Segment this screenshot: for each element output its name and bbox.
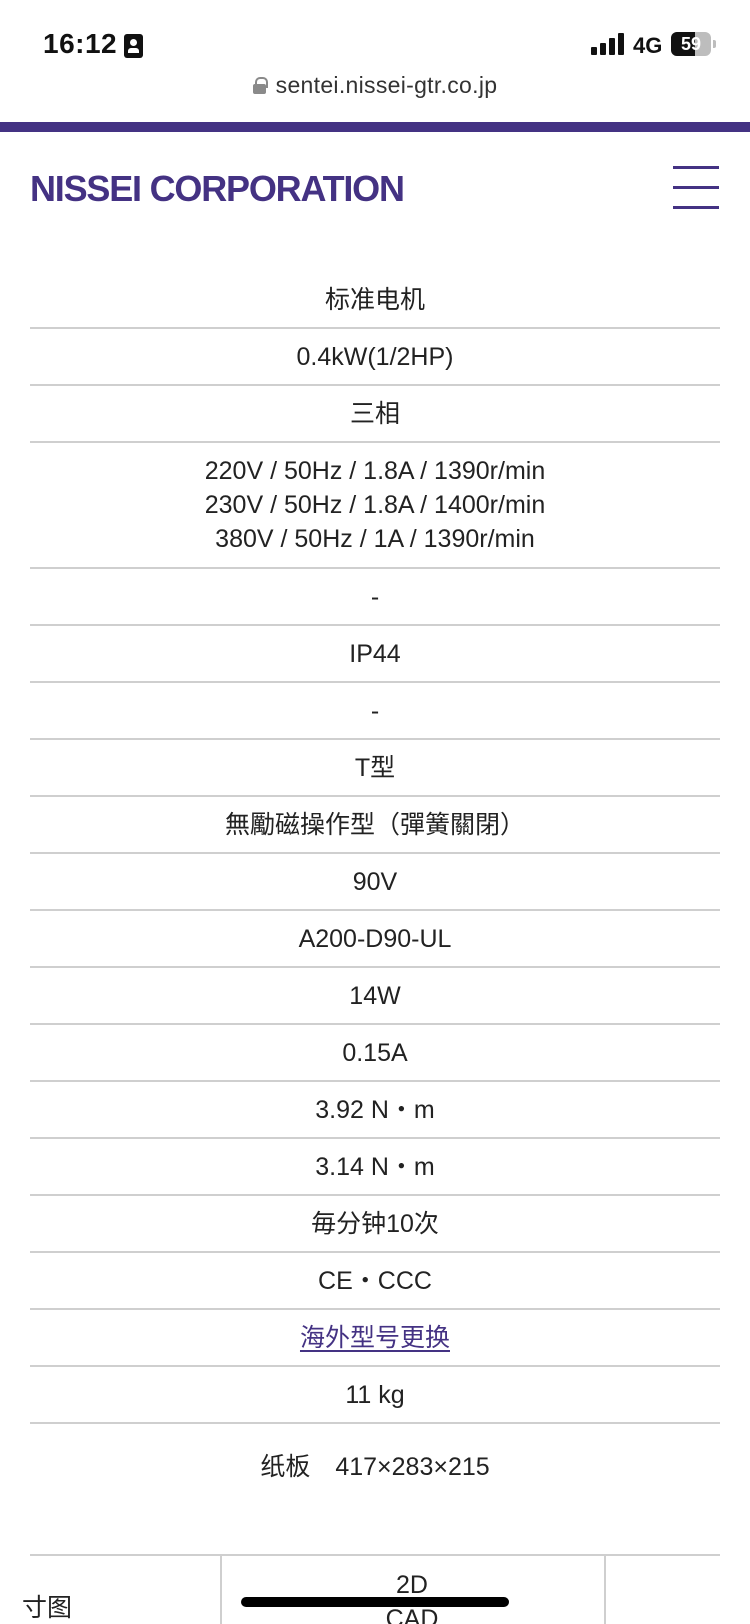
- spec-value: T型: [354, 753, 396, 782]
- spec-value: 無勵磁操作型（彈簧關閉）: [224, 810, 525, 839]
- spec-row-empty: -: [30, 683, 720, 740]
- battery-icon: 59: [671, 32, 711, 56]
- spec-value: CE・CCC: [318, 1266, 432, 1295]
- spec-row-packing: 纸板 417×283×215: [30, 1424, 720, 1504]
- rating-line: 230V / 50Hz / 1.8A / 1400r/min: [204, 491, 546, 519]
- spec-row-terminal-box: T型: [30, 740, 720, 797]
- signal-icon: [591, 33, 625, 55]
- hamburger-menu-icon[interactable]: [673, 166, 719, 210]
- lock-icon: [252, 77, 268, 94]
- url-text: sentei.nissei-gtr.co.jp: [275, 72, 498, 98]
- spec-row-output: 0.4kW(1/2HP): [30, 329, 720, 386]
- nissei-logo[interactable]: NISSEI CORPORATION: [30, 168, 405, 210]
- spec-value: 毎分钟10次: [311, 1209, 439, 1238]
- home-indicator[interactable]: [241, 1597, 509, 1607]
- status-time: 16:12: [43, 28, 118, 59]
- spec-row-static-torque: 3.92 N・m: [30, 1082, 720, 1139]
- spec-value: 三相: [349, 399, 400, 428]
- cad-download-cell[interactable]: 2D CAD: [222, 1568, 602, 1624]
- spec-value: 3.92 N・m: [315, 1095, 435, 1124]
- spec-value: 标准电机: [324, 285, 425, 314]
- brand-bar: [0, 122, 750, 132]
- spec-row-ratings: 220V / 50Hz / 1.8A / 1390r/min 230V / 50…: [30, 443, 720, 569]
- spec-row-phase: 三相: [30, 386, 720, 443]
- network-label: 4G: [633, 33, 663, 58]
- spec-row-dynamic-torque: 3.14 N・m: [30, 1139, 720, 1196]
- column-divider: [604, 1556, 606, 1624]
- spec-row-motor-type: 标准电机: [30, 272, 720, 329]
- drawing-table: 寸图 2D CAD: [22, 1554, 720, 1624]
- spec-table: 标准电机 0.4kW(1/2HP) 三相 220V / 50Hz / 1.8A …: [30, 272, 720, 1504]
- overseas-model-link[interactable]: 海外型号更换: [300, 1321, 450, 1355]
- spec-row-protection: IP44: [30, 626, 720, 683]
- spec-value: 14W: [349, 981, 401, 1010]
- spec-value: 11 kg: [345, 1380, 405, 1409]
- id-card-icon: [124, 34, 143, 58]
- spec-row-brake-power: 14W: [30, 968, 720, 1025]
- battery-level: 59: [680, 34, 702, 54]
- spec-row-weight: 11 kg: [30, 1367, 720, 1424]
- spec-value: -: [370, 582, 380, 611]
- spec-row-rectifier: A200-D90-UL: [30, 911, 720, 968]
- spec-value: 纸板 417×283×215: [260, 1453, 490, 1481]
- spec-value: -: [370, 696, 380, 725]
- spec-row-brake-current: 0.15A: [30, 1025, 720, 1082]
- spec-row-brake-type: 無勵磁操作型（彈簧關閉）: [30, 797, 720, 854]
- spec-row-frequency: 毎分钟10次: [30, 1196, 720, 1253]
- drawing-label: 寸图: [22, 1594, 73, 1622]
- rating-line: 380V / 50Hz / 1A / 1390r/min: [215, 525, 535, 553]
- spec-row-overseas: 海外型号更换: [30, 1310, 720, 1367]
- spec-row-empty: -: [30, 569, 720, 626]
- url-bar[interactable]: sentei.nissei-gtr.co.jp: [0, 72, 750, 118]
- spec-value: IP44: [349, 639, 401, 668]
- battery-cap: [713, 40, 716, 48]
- spec-value: 0.15A: [342, 1038, 408, 1067]
- spec-row-certifications: CE・CCC: [30, 1253, 720, 1310]
- spec-value: 90V: [352, 867, 398, 896]
- spec-value: 0.4kW(1/2HP): [296, 342, 454, 371]
- rating-line: 220V / 50Hz / 1.8A / 1390r/min: [204, 457, 546, 485]
- spec-value: 3.14 N・m: [315, 1152, 435, 1181]
- spec-value: A200-D90-UL: [298, 924, 452, 953]
- spec-row-brake-voltage: 90V: [30, 854, 720, 911]
